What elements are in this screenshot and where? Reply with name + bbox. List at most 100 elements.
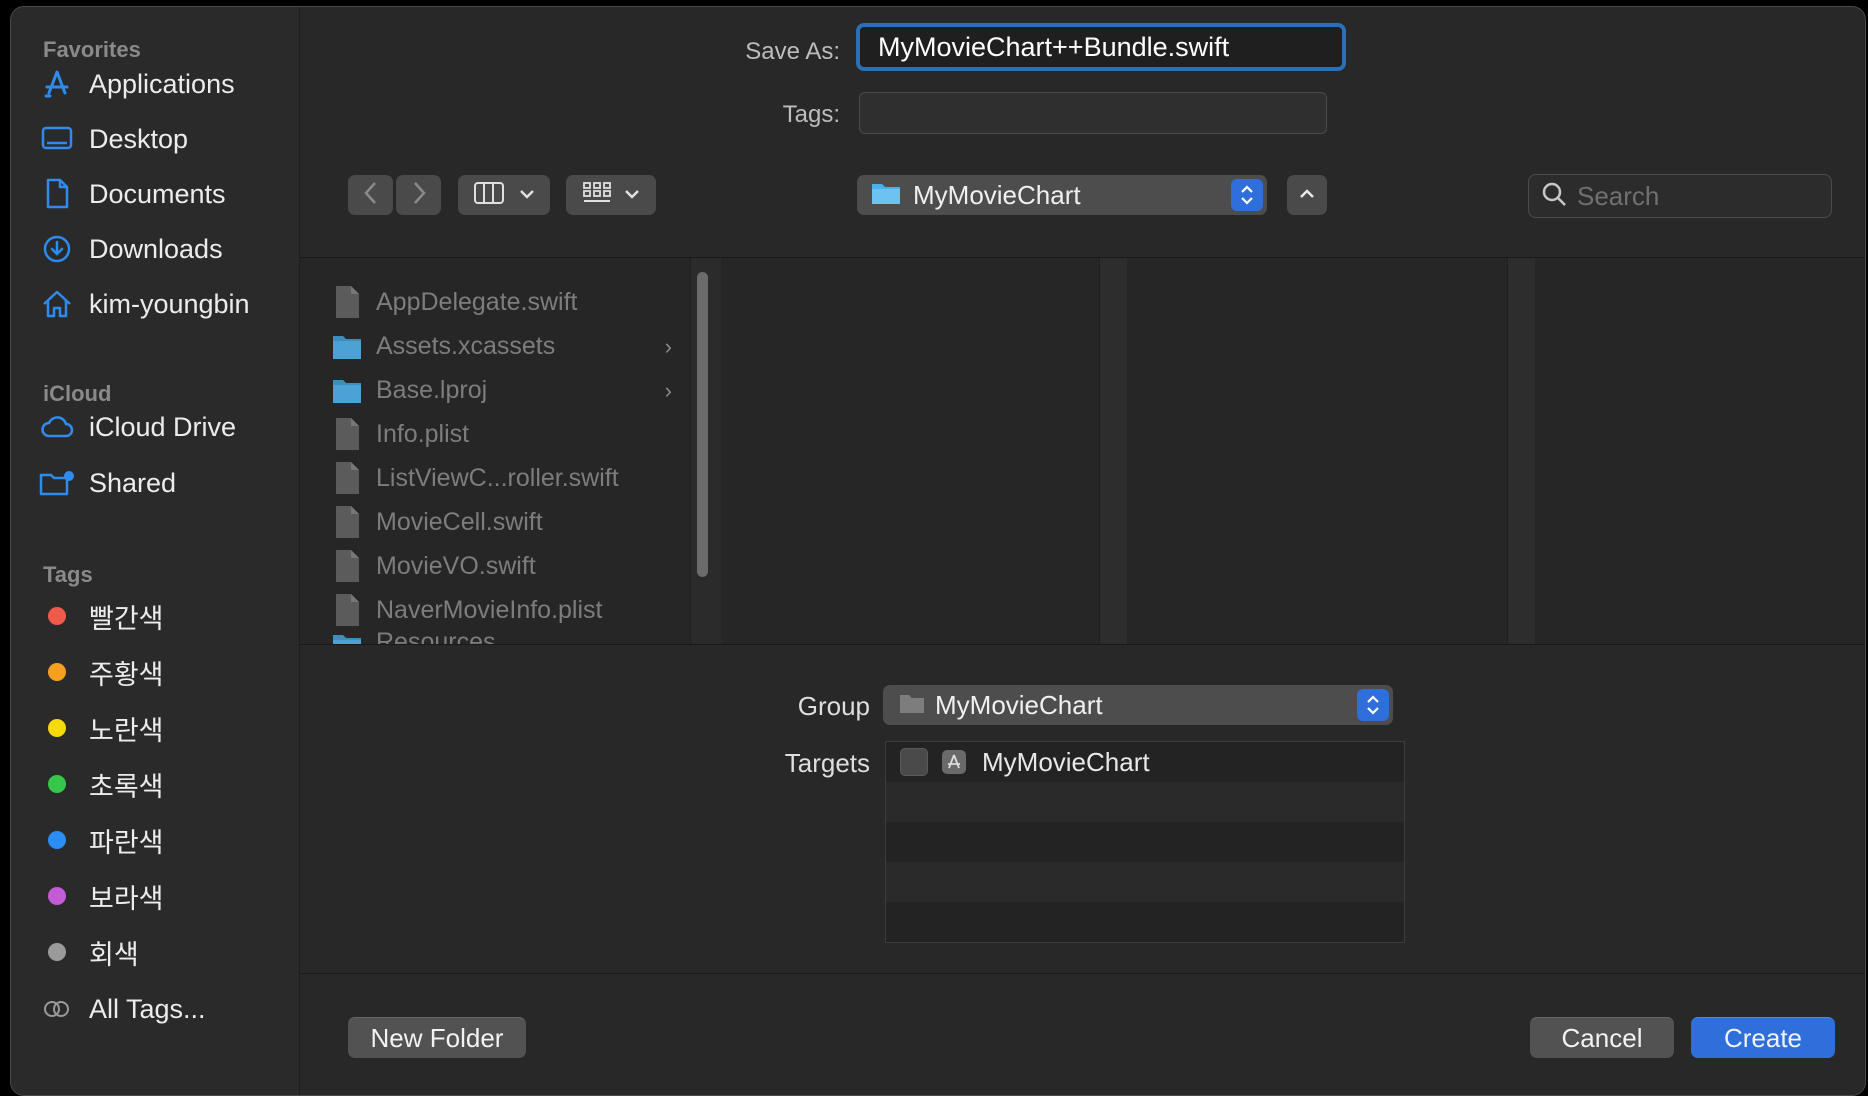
sidebar-item-shared[interactable]: Shared	[39, 461, 289, 505]
sidebar-item-label: Downloads	[89, 233, 223, 264]
sidebar-tag-gray[interactable]: 회색	[39, 930, 289, 974]
sidebar-item-label: All Tags...	[89, 993, 206, 1024]
sidebar-item-label: 빨간색	[89, 603, 164, 634]
popup-stepper-icon	[1357, 689, 1389, 721]
plist-file-icon	[336, 418, 359, 450]
location-popup[interactable]: MyMovieChart	[857, 175, 1267, 215]
search-icon	[1541, 181, 1567, 212]
chevron-right-icon	[411, 180, 427, 211]
sidebar-item-icloud-drive[interactable]: iCloud Drive	[39, 405, 289, 449]
folder-icon	[899, 692, 925, 719]
sidebar-item-desktop[interactable]: Desktop	[39, 117, 289, 161]
new-folder-button[interactable]: New Folder	[348, 1017, 526, 1058]
sidebar-section-favorites: Favorites	[43, 37, 141, 62]
file-item[interactable]: MovieCell.swift	[332, 502, 672, 542]
file-item[interactable]: Assets.xcassets ›	[332, 326, 672, 366]
sidebar-item-label: Shared	[89, 467, 177, 498]
file-name: MovieVO.swift	[376, 551, 536, 580]
sidebar-all-tags[interactable]: All Tags...	[39, 987, 289, 1031]
chevron-left-icon	[363, 180, 379, 211]
target-row[interactable]: MyMovieChart	[886, 742, 1404, 782]
file-name: AppDelegate.swift	[376, 287, 578, 316]
scrollbar-thumb[interactable]	[697, 272, 708, 577]
save-as-label: Save As:	[745, 38, 840, 65]
sidebar-tag-green[interactable]: 초록색	[39, 762, 289, 806]
sidebar-item-downloads[interactable]: Downloads	[39, 227, 289, 271]
browser-column-1: AppDelegate.swift Assets.xcassets › Base…	[300, 258, 690, 644]
file-name: ListViewC...roller.swift	[376, 463, 619, 492]
file-item[interactable]: Resources	[332, 628, 672, 644]
tag-color-dot-icon	[39, 934, 75, 970]
folder-icon	[333, 380, 361, 403]
target-row-empty	[886, 862, 1404, 902]
sidebar-item-documents[interactable]: Documents	[39, 172, 289, 216]
back-button[interactable]	[348, 175, 393, 215]
tags-input[interactable]	[859, 92, 1327, 134]
sidebar-item-label: 노란색	[89, 715, 164, 746]
file-name: Base.lproj	[376, 375, 488, 404]
save-as-input[interactable]: MyMovieChart++Bundle.swift	[856, 23, 1346, 71]
file-name: MovieCell.swift	[376, 507, 543, 536]
target-name: MyMovieChart	[982, 746, 1150, 777]
file-item[interactable]: AppDelegate.swift	[332, 282, 672, 322]
chevron-down-icon	[519, 186, 535, 204]
sidebar-section-icloud: iCloud	[43, 381, 112, 406]
chevron-down-icon	[624, 186, 640, 204]
chevron-right-icon: ›	[664, 334, 672, 359]
file-name: Info.plist	[376, 419, 470, 448]
tag-color-dot-icon	[39, 878, 75, 914]
tag-color-dot-icon	[39, 766, 75, 802]
file-name: Assets.xcassets	[376, 331, 556, 360]
swift-file-icon	[336, 462, 359, 494]
location-name: MyMovieChart	[913, 179, 1081, 210]
column-view-icon	[473, 181, 505, 210]
desktop-icon	[39, 121, 75, 157]
forward-button[interactable]	[396, 175, 441, 215]
column-divider[interactable]	[1507, 258, 1536, 644]
chevron-up-icon	[1299, 186, 1315, 204]
create-button[interactable]: Create	[1691, 1017, 1835, 1058]
all-tags-icon	[39, 991, 75, 1027]
column-divider[interactable]	[1099, 258, 1128, 644]
grid-icon	[582, 181, 612, 210]
folder-icon	[333, 635, 361, 644]
group-by-button[interactable]	[566, 175, 656, 215]
view-mode-button[interactable]	[458, 175, 550, 215]
tags-label: Tags:	[782, 101, 840, 128]
sidebar-item-label: 회색	[89, 939, 139, 970]
sidebar-tag-purple[interactable]: 보라색	[39, 874, 289, 918]
sidebar-tag-yellow[interactable]: 노란색	[39, 706, 289, 750]
file-item[interactable]: NaverMovieInfo.plist	[332, 590, 672, 630]
swift-file-icon	[336, 506, 359, 538]
sidebar-tag-orange[interactable]: 주황색	[39, 650, 289, 694]
sidebar-item-label: kim-youngbin	[89, 288, 250, 319]
toggle-expand-button[interactable]	[1287, 175, 1327, 215]
sidebar-tag-red[interactable]: 빨간색	[39, 594, 289, 638]
browser-column-4	[1535, 258, 1865, 644]
footer-divider	[300, 973, 1865, 974]
sidebar-item-applications[interactable]: Applications	[39, 62, 289, 106]
group-value: MyMovieChart	[935, 689, 1103, 720]
file-item[interactable]: MovieVO.swift	[332, 546, 672, 586]
targets-label: Targets	[784, 748, 870, 778]
group-popup[interactable]: MyMovieChart	[883, 685, 1393, 725]
target-checkbox[interactable]	[900, 748, 928, 776]
file-item[interactable]: Base.lproj ›	[332, 370, 672, 410]
column-browser: AppDelegate.swift Assets.xcassets › Base…	[300, 257, 1865, 645]
sidebar-tag-blue[interactable]: 파란색	[39, 818, 289, 862]
tag-color-dot-icon	[39, 710, 75, 746]
cancel-button[interactable]: Cancel	[1530, 1017, 1674, 1058]
folder-icon	[871, 181, 901, 210]
sidebar-item-label: iCloud Drive	[89, 411, 237, 442]
document-icon	[39, 176, 75, 212]
sidebar-item-label: Desktop	[89, 123, 189, 154]
sidebar-item-label: 초록색	[89, 771, 164, 802]
plist-file-icon	[336, 594, 359, 626]
sidebar-item-home[interactable]: kim-youngbin	[39, 282, 289, 326]
save-dialog: Favorites Applications Desktop Documents…	[10, 6, 1866, 1096]
search-field[interactable]: Search	[1528, 174, 1832, 218]
sidebar-section-tags: Tags	[43, 562, 93, 587]
file-item[interactable]: ListViewC...roller.swift	[332, 458, 672, 498]
sidebar-item-label: Applications	[89, 68, 235, 99]
file-item[interactable]: Info.plist	[332, 414, 672, 454]
